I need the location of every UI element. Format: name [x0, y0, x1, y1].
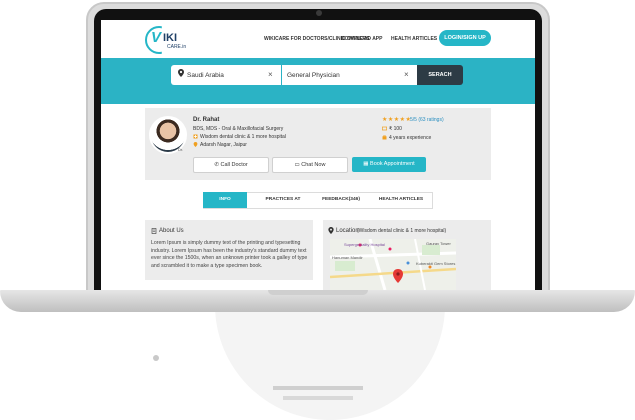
avatar-badge: Dr.: [178, 147, 184, 152]
rating-text[interactable]: 5/5 (63 ratings): [410, 117, 444, 123]
tab-health-articles[interactable]: HEALTH ARTICLES: [373, 192, 429, 208]
hospital-icon: [193, 134, 198, 139]
doctor-address: Adarsh Nagar, Jaipur: [200, 142, 247, 148]
decor-line: [273, 386, 363, 390]
decor-line: [283, 396, 353, 400]
decor-dot: [153, 355, 159, 361]
tab-feedback[interactable]: FEEDBACK(346): [315, 192, 367, 208]
chat-now-label: Chat Now: [301, 162, 326, 168]
doctor-experience: 4 years experience: [389, 135, 432, 141]
location-pin-icon: [328, 227, 334, 234]
about-text: Lorem Ipsum is simply dummy text of the …: [151, 240, 308, 269]
tab-practices-at[interactable]: PRACTICES AT: [257, 192, 309, 208]
specialty-clear-icon[interactable]: ×: [404, 70, 409, 79]
logo-text[interactable]: IKI: [163, 32, 177, 44]
location-clear-icon[interactable]: ×: [268, 70, 273, 79]
chat-now-button[interactable]: ▭ Chat Now: [272, 157, 348, 173]
doctor-name[interactable]: Dr. Rahat: [193, 117, 219, 123]
map-label-stores: Kuberakti Gem Stores: [416, 261, 456, 266]
doctor-clinic: Wisdom dental clinic & 1 more hospital: [200, 134, 286, 140]
location-map[interactable]: Supergeniality Hospital Hanuman Mandir G…: [330, 239, 456, 290]
location-title: Location: [336, 228, 359, 234]
laptop-notch: [268, 290, 368, 295]
specialty-value: General Physician: [287, 72, 340, 79]
map-label-mandir: Hanuman Mandir: [332, 255, 363, 260]
location-value: Saudi Arabia: [187, 72, 224, 79]
address-pin-icon: [193, 142, 198, 147]
map-label-tower: Gaurav Tower: [426, 241, 451, 246]
call-doctor-button[interactable]: ✆ Call Doctor: [193, 157, 269, 173]
doctor-fee: ₹ 100: [389, 126, 402, 132]
nav-link-health-articles[interactable]: HEALTH ARTICLES: [391, 36, 437, 42]
book-appointment-button[interactable]: ▦ Book Appointment: [352, 157, 426, 172]
fee-icon: [382, 126, 387, 131]
call-doctor-label: Call Doctor: [220, 162, 248, 168]
laptop-screen: V IKI CARE.in WIKICARE FOR DOCTORS/CLINI…: [101, 20, 535, 290]
rating-stars: ★★★★★: [382, 117, 412, 123]
logo-letter-v[interactable]: V: [151, 29, 161, 46]
document-icon: [151, 228, 157, 234]
about-title: About Us: [159, 228, 184, 234]
map-label-hospital: Supergeniality Hospital: [344, 242, 385, 247]
camera-icon: [316, 10, 322, 16]
doctor-qualification: BDS, MDS - Oral & Maxillofacial Surgery: [193, 126, 284, 132]
location-pin-icon: [178, 69, 184, 77]
book-appointment-label: Book Appointment: [370, 161, 415, 167]
tab-info[interactable]: INFO: [203, 192, 247, 208]
nav-link-download-app[interactable]: DOWNLOAD APP: [341, 36, 382, 42]
logo-subtext: CARE.in: [167, 44, 187, 50]
login-signup-button[interactable]: LOGIN/SIGN UP: [439, 30, 491, 46]
experience-icon: [382, 135, 387, 140]
location-subtitle: (Wisdom dental clinic & 1 more hospital): [357, 228, 447, 234]
search-button[interactable]: SERACH: [417, 65, 463, 85]
